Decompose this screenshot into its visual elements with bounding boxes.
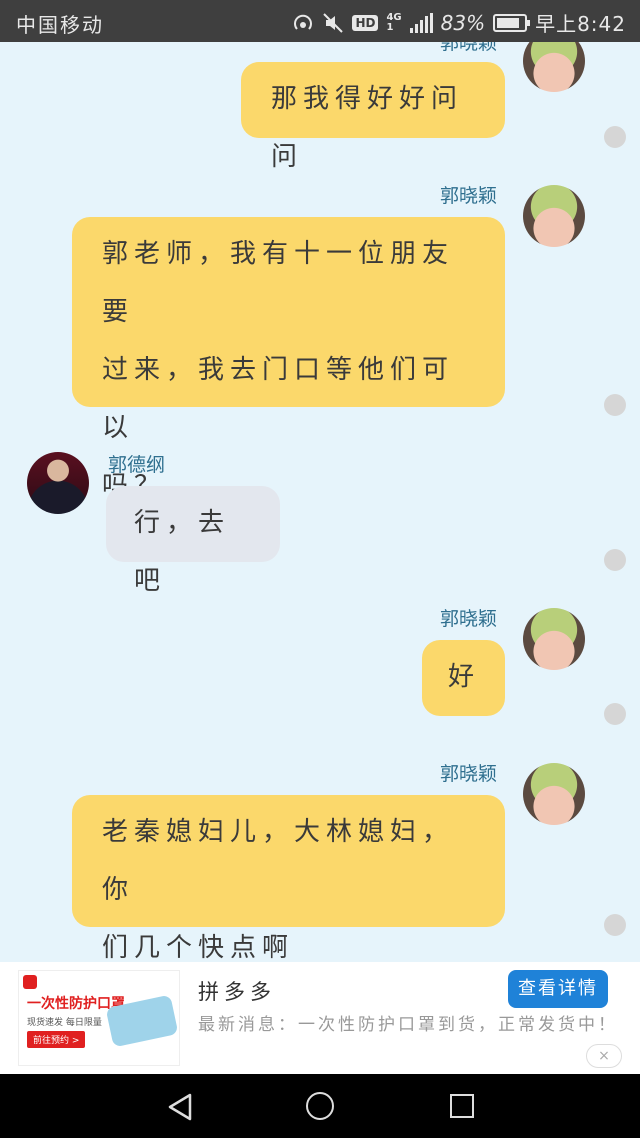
network-type: 4G 1 <box>386 11 402 33</box>
status-dot <box>604 703 626 725</box>
avatar[interactable] <box>523 763 585 825</box>
ad-banner[interactable]: 一次性防护口罩 现货速发 每日限量 前往预约 > 拼多多 最新消息：一次性防护口… <box>0 962 640 1074</box>
message-text: 那我得好好问问 <box>271 84 464 172</box>
status-dot <box>604 394 626 416</box>
ad-image-subtitle: 现货速发 每日限量 <box>27 1018 102 1028</box>
message-text-line: 郭老师，我有十一位朋友要 <box>102 239 455 327</box>
sender-name: 郭德纲 <box>108 454 166 476</box>
message-text: 行，去吧 <box>134 508 231 596</box>
sender-name: 郭晓颖 <box>440 42 498 54</box>
status-bar: 中国移动 HD 4G 1 83% 早上8:42 <box>0 0 640 42</box>
ad-image-cta: 前往预约 > <box>27 1031 86 1048</box>
back-icon[interactable] <box>166 1092 194 1122</box>
sender-name: 郭晓颖 <box>440 185 498 207</box>
sender-name: 郭晓颖 <box>440 608 498 630</box>
chat-area[interactable]: 郭晓颖 那我得好好问问 郭晓颖 郭老师，我有十一位朋友要 过来，我去门口等他们可… <box>0 42 640 962</box>
message-bubble[interactable]: 行，去吧 <box>106 486 280 596</box>
avatar[interactable] <box>523 608 585 670</box>
avatar[interactable] <box>523 185 585 247</box>
ad-logo-icon <box>23 975 37 989</box>
message-text-line: 过来，我去门口等他们可以 <box>102 355 455 443</box>
navigation-bar <box>0 1074 640 1138</box>
signal-icon <box>409 12 433 33</box>
ad-advertiser: 拼多多 <box>198 980 276 1004</box>
recent-apps-icon[interactable] <box>450 1094 474 1118</box>
message-text-line: 老秦媳妇儿，大林媳妇，你 <box>102 817 455 905</box>
message-bubble[interactable]: 老秦媳妇儿，大林媳妇，你 们几个快点啊 <box>72 795 505 962</box>
status-icons: HD 4G 1 83% 早上8:42 <box>292 8 626 37</box>
battery-percent: 83% <box>440 10 486 35</box>
hotspot-icon <box>294 14 313 30</box>
message-bubble[interactable]: 好 <box>422 640 505 716</box>
avatar[interactable] <box>27 452 89 514</box>
sender-name: 郭晓颖 <box>440 763 498 785</box>
status-dot <box>604 126 626 148</box>
status-dot <box>604 914 626 936</box>
close-icon[interactable]: × <box>586 1044 622 1068</box>
battery-icon <box>493 13 531 32</box>
message-text: 好 <box>448 662 481 692</box>
clock: 早上8:42 <box>535 12 626 36</box>
hd-badge: HD <box>352 14 379 31</box>
home-icon[interactable] <box>306 1092 334 1120</box>
status-dot <box>604 549 626 571</box>
carrier-name: 中国移动 <box>16 13 104 37</box>
ad-image[interactable]: 一次性防护口罩 现货速发 每日限量 前往预约 > <box>18 970 180 1066</box>
message-bubble[interactable]: 郭老师，我有十一位朋友要 过来，我去门口等他们可以 吗？ <box>72 217 505 501</box>
mute-icon <box>323 12 344 33</box>
view-details-button[interactable]: 查看详情 <box>508 970 608 1008</box>
avatar[interactable] <box>523 42 585 92</box>
message-bubble[interactable]: 那我得好好问问 <box>241 62 505 172</box>
ad-message: 最新消息：一次性防护口罩到货，正常发货中！ <box>198 1015 618 1035</box>
message-text-line: 们几个快点啊 <box>102 933 295 962</box>
